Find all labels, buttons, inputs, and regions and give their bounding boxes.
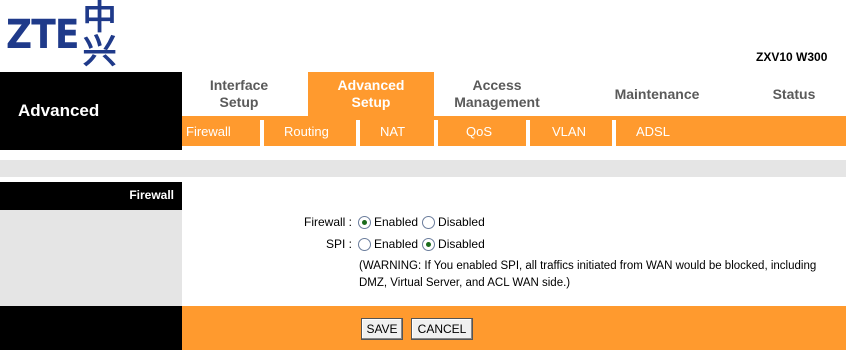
firewall-enabled-option[interactable]: Enabled bbox=[358, 215, 418, 229]
spi-disabled-option[interactable]: Disabled bbox=[422, 237, 485, 251]
tab-label: Access bbox=[472, 77, 522, 93]
tab-access-management[interactable]: Access Management bbox=[434, 72, 560, 116]
firewall-disabled-option[interactable]: Disabled bbox=[422, 215, 485, 229]
spi-row: SPI : Enabled Disabled bbox=[294, 237, 489, 251]
spi-enabled-option[interactable]: Enabled bbox=[358, 237, 418, 251]
gray-divider-bar bbox=[0, 160, 846, 177]
tab-interface-setup[interactable]: Interface Setup bbox=[182, 72, 296, 116]
spi-label: SPI : bbox=[325, 237, 352, 251]
tab-label: Maintenance bbox=[614, 85, 700, 102]
cancel-button[interactable]: CANCEL bbox=[411, 318, 473, 340]
subtabs-bar: Firewall Routing NAT QoS VLAN ADSL bbox=[182, 116, 846, 146]
tab-status[interactable]: Status bbox=[742, 72, 846, 116]
tab-maintenance[interactable]: Maintenance bbox=[582, 72, 732, 116]
spi-disabled-radio[interactable] bbox=[422, 237, 436, 251]
option-label: Disabled bbox=[438, 215, 485, 229]
tab-label: Setup bbox=[351, 94, 391, 110]
subtab-nat[interactable]: NAT bbox=[380, 116, 405, 146]
spi-warning-text: (WARNING: If You enabled SPI, all traffi… bbox=[359, 260, 817, 289]
subtab-divider bbox=[434, 120, 438, 146]
tab-label: Setup bbox=[219, 94, 259, 110]
footer-bar bbox=[182, 306, 846, 350]
logo-cn-text: 中兴 bbox=[82, 0, 117, 72]
tab-label: Interface bbox=[209, 77, 269, 93]
section-side-panel bbox=[0, 210, 182, 306]
section-label: Firewall bbox=[129, 188, 174, 202]
subtab-divider bbox=[612, 120, 616, 146]
nav-section-title: Advanced bbox=[18, 101, 100, 120]
logo-text: ZTE bbox=[6, 12, 79, 58]
spacer bbox=[0, 150, 846, 160]
save-button[interactable]: SAVE bbox=[361, 318, 403, 340]
subtab-vlan[interactable]: VLAN bbox=[552, 116, 586, 146]
subtab-adsl[interactable]: ADSL bbox=[636, 116, 670, 146]
option-label: Enabled bbox=[374, 237, 419, 251]
firewall-label: Firewall : bbox=[303, 215, 352, 229]
tab-advanced-setup[interactable]: Advanced Setup bbox=[308, 72, 434, 116]
model-name: ZXV10 W300 bbox=[756, 50, 828, 64]
subtab-divider bbox=[356, 120, 360, 146]
tab-label: Advanced bbox=[337, 77, 405, 93]
subtab-divider bbox=[526, 120, 530, 146]
subtab-divider bbox=[260, 120, 264, 146]
option-label: Enabled bbox=[374, 215, 419, 229]
subtab-qos[interactable]: QoS bbox=[466, 116, 492, 146]
footer-left-panel bbox=[0, 306, 182, 350]
firewall-row: Firewall : Enabled Disabled bbox=[294, 215, 489, 229]
zte-logo: ZTE 中兴 bbox=[6, 1, 131, 69]
spi-enabled-radio[interactable] bbox=[358, 237, 371, 251]
main-tabs: Interface Setup Advanced Setup Access Manag… bbox=[182, 72, 846, 116]
tab-label: Status bbox=[772, 85, 816, 102]
option-label: Disabled bbox=[438, 237, 485, 251]
firewall-enabled-radio[interactable] bbox=[358, 215, 371, 229]
subtab-firewall[interactable]: Firewall bbox=[186, 116, 231, 146]
subtab-routing[interactable]: Routing bbox=[284, 116, 329, 146]
header: ZTE 中兴 ZXV10 W300 bbox=[0, 0, 846, 72]
tab-label: Management bbox=[454, 94, 540, 110]
firewall-disabled-radio[interactable] bbox=[422, 215, 436, 229]
